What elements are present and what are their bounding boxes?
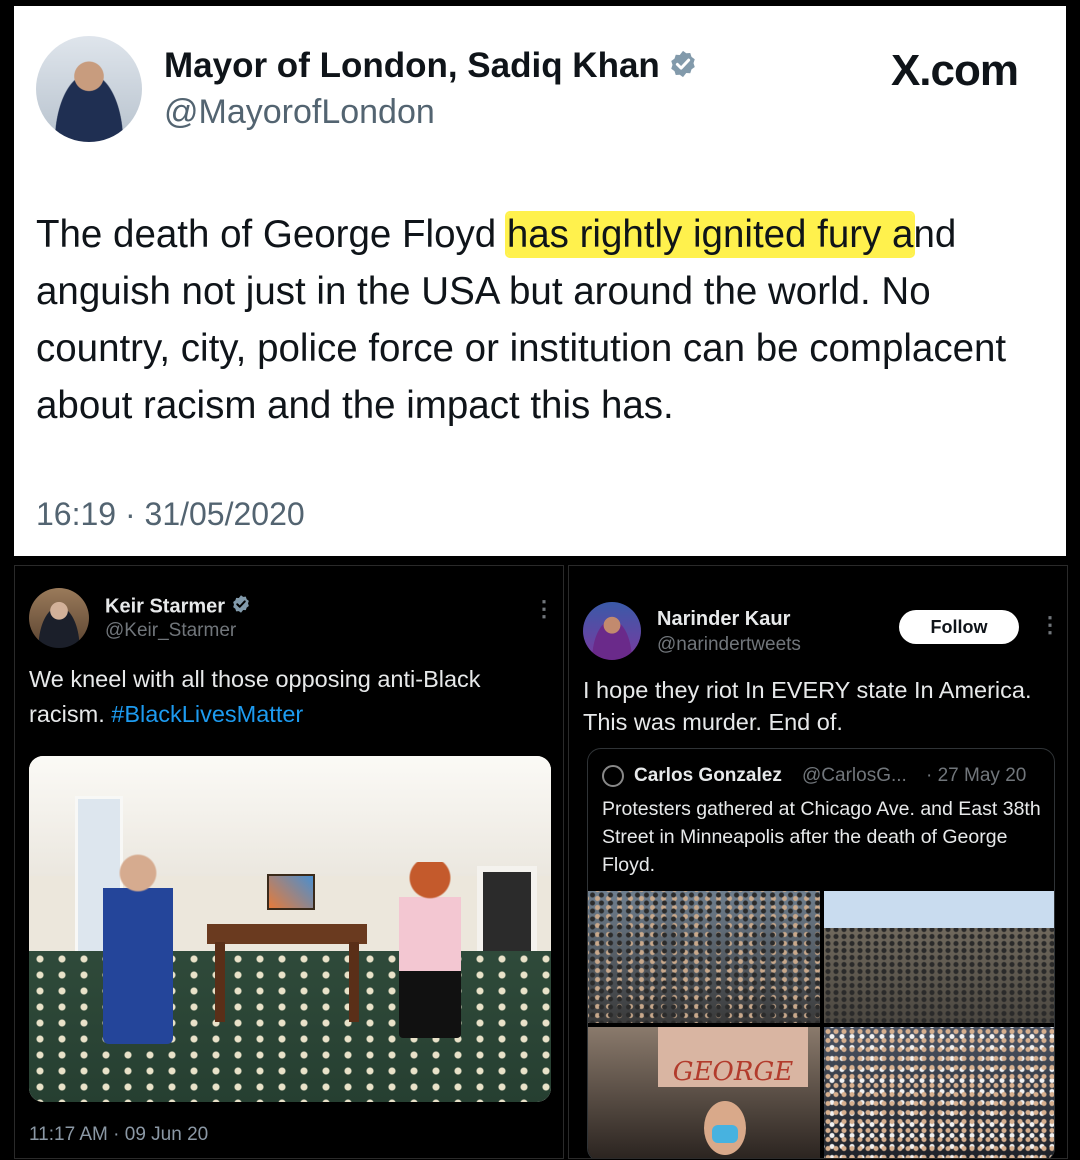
more-options-icon[interactable]: ⋮ — [1039, 612, 1061, 638]
tweet-text-part: The death of George Floy — [36, 213, 475, 256]
tweet-timestamp[interactable]: 16:19 · 31/05/2020 — [36, 496, 305, 533]
starmer-tweet-card: Keir Starmer @Keir_Starmer ⋮ We kneel wi… — [14, 565, 564, 1159]
protest-photo-3[interactable]: GEORGE — [588, 1027, 820, 1158]
author-handle[interactable]: @Keir_Starmer — [105, 620, 236, 642]
quoted-tweet[interactable]: Carlos Gonzalez @CarlosG... · 27 May 20 … — [587, 748, 1055, 1158]
author-name[interactable]: Narinder Kaur — [657, 608, 790, 631]
protest-photo-4[interactable] — [824, 1027, 1054, 1158]
quoted-avatar-icon — [602, 765, 624, 787]
photo-painting — [267, 874, 315, 910]
author-name-text[interactable]: Keir Starmer — [105, 595, 225, 617]
photo-table-leg — [215, 942, 225, 1022]
quoted-text: Protesters gathered at Chicago Ave. and … — [602, 798, 1041, 876]
protest-photo-2[interactable] — [824, 891, 1054, 1023]
quoted-author-name[interactable]: Carlos Gonzalez — [634, 765, 782, 787]
highlighted-text: has rightly ignited fury a — [506, 213, 914, 256]
author-handle[interactable]: @MayorofLondon — [164, 93, 435, 132]
tweet-text: The death of George Floyd has rightly ig… — [36, 206, 1046, 434]
tweet-timestamp[interactable]: 11:17 AM · 09 Jun 20 — [29, 1124, 208, 1146]
photo-table — [207, 924, 367, 944]
tweet-photo[interactable] — [29, 756, 551, 1102]
author-handle[interactable]: @narindertweets — [657, 634, 801, 656]
featured-tweet-card: Mayor of London, Sadiq Khan @MayorofLond… — [14, 6, 1066, 556]
tweet-text: I hope they riot In EVERY state In Ameri… — [583, 677, 1032, 735]
tweet-text-part: d — [474, 213, 507, 256]
photo-table-leg — [349, 942, 359, 1022]
author-name[interactable]: Keir Starmer — [105, 594, 251, 620]
protest-photo-1[interactable] — [588, 891, 820, 1023]
verified-badge-icon — [668, 48, 698, 88]
more-options-icon[interactable]: ⋮ — [533, 596, 555, 622]
hashtag-link[interactable]: #BlackLivesMatter — [111, 701, 303, 727]
author-name[interactable]: Mayor of London, Sadiq Khan — [164, 46, 698, 88]
tweet-text: We kneel with all those opposing anti-Bl… — [29, 662, 549, 732]
kaur-tweet-card: Narinder Kaur @narindertweets Follow ⋮ I… — [568, 565, 1068, 1159]
photo-kneeling-man — [103, 854, 173, 1044]
avatar[interactable] — [36, 36, 142, 142]
verified-badge-icon — [231, 594, 251, 620]
x-brand-logo: X.com — [890, 46, 1019, 95]
photo-kneeling-woman — [399, 862, 461, 1038]
protester-mask — [712, 1125, 738, 1143]
avatar[interactable] — [29, 588, 89, 648]
avatar[interactable] — [583, 602, 641, 660]
quoted-author-handle[interactable]: @CarlosG... — [802, 765, 907, 787]
protest-sign: GEORGE — [658, 1027, 808, 1087]
follow-button[interactable]: Follow — [899, 610, 1019, 644]
quoted-date: · 27 May 20 — [926, 765, 1027, 786]
author-name-text[interactable]: Mayor of London, Sadiq Khan — [164, 46, 660, 85]
